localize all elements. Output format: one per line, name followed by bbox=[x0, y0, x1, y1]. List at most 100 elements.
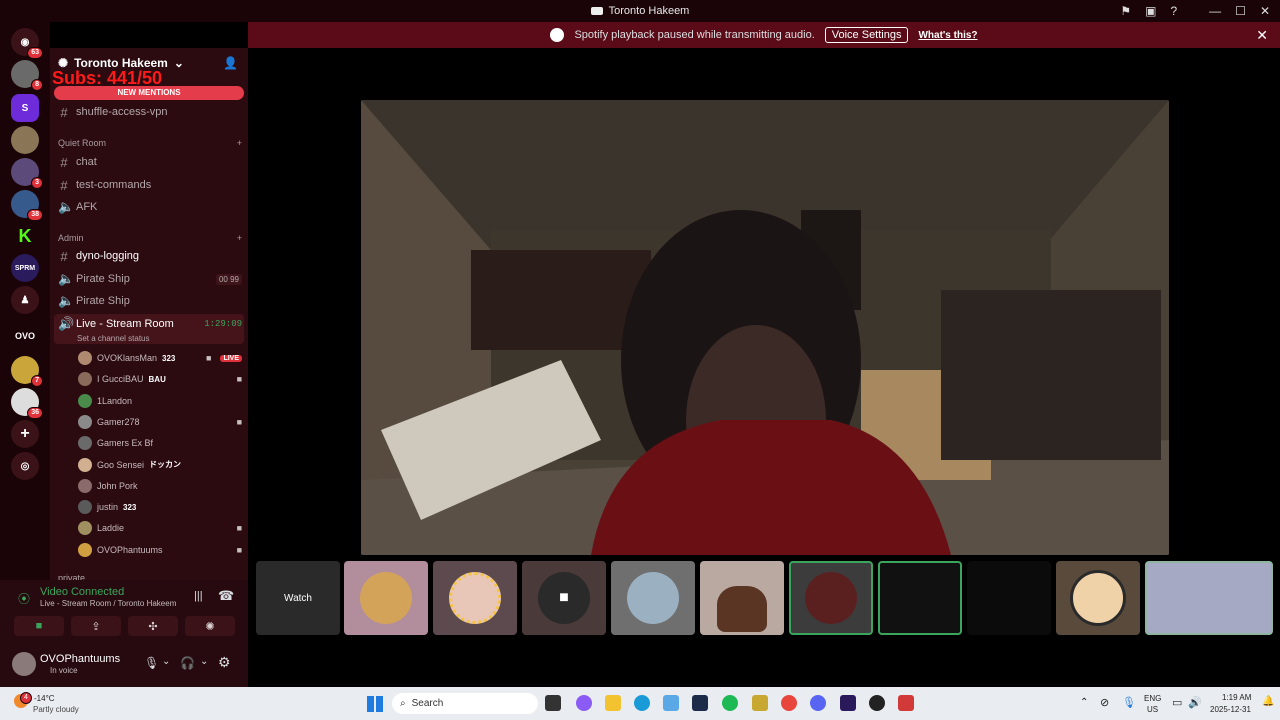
voice-location[interactable]: Live - Stream Room / Toronto Hakeem bbox=[40, 599, 176, 608]
participant-tile[interactable] bbox=[967, 561, 1051, 635]
voice-user[interactable]: John Pork bbox=[78, 476, 242, 496]
clock-time[interactable]: 1:19 AM bbox=[1222, 693, 1251, 702]
notification-icon[interactable]: 🔔 bbox=[1262, 696, 1274, 707]
task-view-icon[interactable] bbox=[545, 695, 561, 711]
voice-user[interactable]: Goo Sensei ドッカン bbox=[78, 455, 242, 475]
taskbar-app-icon[interactable] bbox=[752, 695, 768, 711]
chevron-down-icon[interactable]: ⌄ bbox=[200, 656, 208, 667]
channel-pirate-ship-2[interactable]: 🔈 Pirate Ship bbox=[58, 291, 242, 311]
voice-user[interactable]: I GucciBAU BAU ■ bbox=[78, 369, 242, 389]
close-banner-icon[interactable]: ✕ bbox=[1256, 27, 1268, 44]
file-explorer-icon[interactable] bbox=[605, 695, 621, 711]
channel-status[interactable]: Set a channel status bbox=[77, 334, 150, 343]
channel-dyno-logging[interactable]: # dyno-logging bbox=[58, 246, 242, 266]
server-icon[interactable]: 8 bbox=[11, 60, 43, 91]
participant-tile[interactable]: ■ bbox=[522, 561, 606, 635]
discord-taskbar-icon[interactable] bbox=[810, 695, 826, 711]
close-window-button[interactable]: ✕ bbox=[1260, 4, 1270, 18]
server-icon[interactable]: S bbox=[11, 94, 39, 122]
snipping-tool-icon[interactable] bbox=[898, 695, 914, 711]
add-member-icon[interactable]: 👤 bbox=[223, 56, 238, 70]
category-private[interactable]: private bbox=[58, 568, 242, 580]
network-icon[interactable]: ⊘ bbox=[1100, 696, 1109, 709]
activities-button[interactable]: ✣ bbox=[128, 616, 178, 636]
participant-tile[interactable] bbox=[433, 561, 517, 635]
spotify-taskbar-icon[interactable] bbox=[722, 695, 738, 711]
channel-afk[interactable]: 🔈 AFK bbox=[58, 197, 242, 217]
participant-tile[interactable] bbox=[1056, 561, 1140, 635]
watch-tile[interactable]: Watch bbox=[256, 561, 340, 635]
effects-button[interactable]: ✺ bbox=[185, 616, 235, 636]
settings-gear-icon[interactable]: ⚙ bbox=[218, 654, 231, 671]
new-mentions-pill[interactable]: NEW MENTIONS bbox=[54, 86, 244, 100]
inbox-icon[interactable]: ⚑ bbox=[1120, 4, 1131, 18]
lang-code[interactable]: ENG bbox=[1144, 694, 1161, 703]
channel-test-commands[interactable]: # test-commands bbox=[58, 175, 242, 195]
whats-this-link[interactable]: What's this? bbox=[918, 30, 977, 41]
windows-start-icon[interactable] bbox=[367, 696, 383, 712]
voice-user[interactable]: Gamer278 ■ bbox=[78, 412, 242, 432]
server-icon[interactable]: ♟ bbox=[11, 286, 39, 314]
weather-desc[interactable]: Partly cloudy bbox=[33, 705, 79, 714]
voice-user[interactable]: OVOKlansMan 323 ■ LIVE bbox=[78, 348, 242, 368]
weather-temp[interactable]: -14°C bbox=[34, 694, 55, 703]
edge-icon[interactable] bbox=[634, 695, 650, 711]
screen-icon[interactable]: ▣ bbox=[1145, 4, 1156, 18]
server-icon[interactable]: SPRM bbox=[11, 254, 39, 282]
self-video-tile[interactable] bbox=[1145, 561, 1273, 635]
participant-tile[interactable] bbox=[344, 561, 428, 635]
clock-date[interactable]: 2025-12-31 bbox=[1210, 705, 1251, 714]
disconnect-icon[interactable]: ☎ bbox=[218, 588, 234, 604]
premiere-icon[interactable] bbox=[840, 695, 856, 711]
headphones-icon[interactable]: 🎧 bbox=[180, 656, 195, 670]
channel-chat[interactable]: # chat bbox=[58, 152, 242, 172]
voice-user[interactable]: OVOPhantuums ■ bbox=[78, 540, 242, 560]
lang-region[interactable]: US bbox=[1147, 705, 1158, 714]
taskbar-search[interactable]: ⌕ Search bbox=[392, 693, 538, 714]
camera-button[interactable]: ■ bbox=[14, 616, 64, 636]
add-channel-icon[interactable]: + bbox=[237, 233, 242, 243]
voice-user[interactable]: Laddie ■ bbox=[78, 518, 242, 538]
participant-video-tile[interactable] bbox=[700, 561, 784, 635]
participant-tile-speaking[interactable] bbox=[878, 561, 962, 635]
server-icon[interactable]: OVO bbox=[11, 322, 39, 350]
explore-icon[interactable]: ◎ bbox=[11, 452, 39, 480]
add-channel-icon[interactable]: + bbox=[237, 138, 242, 148]
voice-user[interactable]: justin 323 bbox=[78, 497, 242, 517]
mic-tray-icon[interactable]: 🎙 bbox=[1122, 696, 1136, 709]
category-quiet-room[interactable]: Quiet Room + bbox=[58, 138, 242, 148]
participant-tile[interactable] bbox=[611, 561, 695, 635]
participant-tile-speaking[interactable] bbox=[789, 561, 873, 635]
vscode-icon[interactable] bbox=[692, 695, 708, 711]
screen-share-button[interactable]: ⇪ bbox=[71, 616, 121, 636]
channel-shuffle[interactable]: # shuffle-access-vpn bbox=[58, 102, 242, 122]
user-avatar[interactable] bbox=[12, 652, 36, 676]
channel-pirate-ship[interactable]: 🔈 Pirate Ship 00 99 bbox=[58, 269, 242, 289]
server-icon[interactable]: 38 bbox=[11, 190, 43, 221]
voice-user[interactable]: 1Landon bbox=[78, 391, 242, 411]
channel-live-stream-room[interactable]: 🔊 Live - Stream Room 1:29:09 bbox=[58, 314, 242, 334]
chrome-icon[interactable] bbox=[781, 695, 797, 711]
main-video[interactable] bbox=[361, 100, 1169, 555]
voice-settings-button[interactable]: Voice Settings bbox=[824, 27, 909, 43]
home-server[interactable]: ◉ 63 bbox=[11, 28, 43, 59]
mic-icon[interactable]: 🎙 bbox=[144, 656, 159, 670]
soundboard-icon[interactable]: ||| bbox=[194, 590, 203, 602]
help-icon[interactable]: ? bbox=[1170, 4, 1177, 18]
server-icon[interactable]: K bbox=[11, 222, 39, 250]
display-icon[interactable]: ▭ bbox=[1172, 696, 1182, 709]
notepad-icon[interactable] bbox=[663, 695, 679, 711]
category-admin[interactable]: Admin + bbox=[58, 233, 242, 243]
copilot-icon[interactable] bbox=[576, 695, 592, 711]
add-server-icon[interactable]: + bbox=[11, 420, 39, 448]
server-icon[interactable]: 36 bbox=[11, 388, 43, 419]
maximize-button[interactable]: ☐ bbox=[1235, 4, 1246, 18]
chevron-down-icon[interactable]: ⌄ bbox=[162, 656, 170, 667]
server-icon[interactable]: 7 bbox=[11, 356, 43, 387]
voice-user[interactable]: Gamers Ex Bf bbox=[78, 433, 242, 453]
tray-chevron-icon[interactable]: ⌃ bbox=[1080, 697, 1088, 708]
obs-icon[interactable] bbox=[869, 695, 885, 711]
server-icon[interactable]: 3 bbox=[11, 158, 43, 189]
minimize-button[interactable]: — bbox=[1209, 4, 1221, 18]
server-icon[interactable] bbox=[11, 126, 39, 154]
